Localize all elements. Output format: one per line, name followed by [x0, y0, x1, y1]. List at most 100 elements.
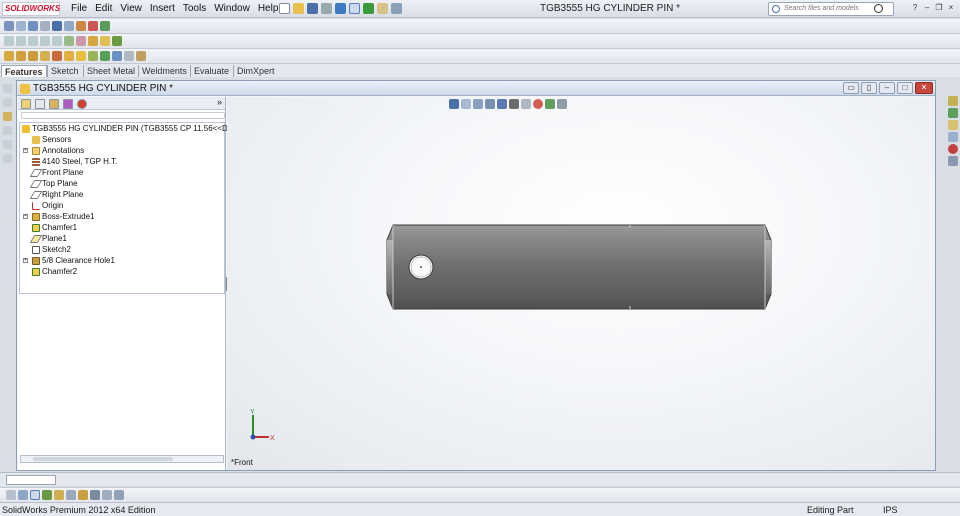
revolve-icon[interactable]: [16, 51, 26, 61]
print-icon[interactable]: [321, 3, 332, 14]
expand-icon[interactable]: +: [23, 214, 28, 219]
pattern-icon[interactable]: [100, 36, 110, 46]
relations-icon[interactable]: [112, 36, 122, 46]
circle-icon[interactable]: [28, 36, 38, 46]
view-palette-icon[interactable]: [948, 132, 958, 142]
scrollbar-thumb[interactable]: [33, 457, 173, 461]
tile-icon[interactable]: ▭: [843, 82, 859, 94]
options-icon[interactable]: [391, 3, 402, 14]
appearance-icon[interactable]: [88, 21, 98, 31]
filter-notes-icon[interactable]: [78, 490, 88, 500]
filter-annotations-icon[interactable]: [66, 490, 76, 500]
tab-dimxpert[interactable]: DimXpert: [233, 65, 278, 77]
filter-sketch-icon[interactable]: [42, 490, 52, 500]
maximize-document-icon[interactable]: □: [897, 82, 913, 94]
mirror-icon[interactable]: [88, 36, 98, 46]
restore-icon[interactable]: ❐: [934, 3, 944, 12]
custom-properties-icon[interactable]: [948, 156, 958, 166]
sweep-icon[interactable]: [28, 51, 38, 61]
open-icon[interactable]: [293, 3, 304, 14]
filter-combo[interactable]: [6, 475, 56, 485]
tree-filter-input[interactable]: [21, 112, 225, 119]
menu-edit[interactable]: Edit: [92, 0, 115, 18]
strip-icon-4[interactable]: [3, 126, 12, 135]
zoom-fit-icon[interactable]: [4, 21, 14, 31]
rebuild-icon[interactable]: [363, 3, 374, 14]
dimxpert-tab-icon[interactable]: [63, 99, 73, 109]
cylinder-pin-body[interactable]: [386, 224, 772, 310]
graphics-area[interactable]: Y X *Front: [227, 97, 935, 470]
search-input[interactable]: Search files and models: [768, 2, 894, 16]
extrude-cut-icon[interactable]: [52, 51, 62, 61]
configuration-tab-icon[interactable]: [49, 99, 59, 109]
filter-edges-icon[interactable]: [18, 490, 28, 500]
strip-icon-5[interactable]: [3, 140, 12, 149]
part-model[interactable]: Y X: [227, 97, 935, 470]
curves-icon[interactable]: [136, 51, 146, 61]
close-icon[interactable]: ×: [946, 3, 956, 12]
resources-icon[interactable]: [948, 96, 958, 106]
line-icon[interactable]: [4, 36, 14, 46]
menu-file[interactable]: File: [68, 0, 90, 18]
strip-icon-3[interactable]: [3, 112, 12, 121]
filter-faces-icon[interactable]: [30, 490, 40, 500]
close-document-icon[interactable]: ✕: [915, 82, 933, 94]
select-icon[interactable]: [349, 3, 360, 14]
pan-icon[interactable]: [40, 21, 50, 31]
menu-help[interactable]: Help: [255, 0, 282, 18]
arc-icon[interactable]: [40, 36, 50, 46]
tab-evaluate[interactable]: Evaluate: [190, 65, 232, 77]
undo-icon[interactable]: [335, 3, 346, 14]
chamfer-tool-icon[interactable]: [76, 51, 86, 61]
shell-icon[interactable]: [100, 51, 110, 61]
save-icon[interactable]: [307, 3, 318, 14]
menu-insert[interactable]: Insert: [147, 0, 178, 18]
file-explorer-icon[interactable]: [948, 120, 958, 130]
dimension-icon[interactable]: [64, 36, 74, 46]
strip-icon-6[interactable]: [3, 154, 12, 163]
filter-dimensions-icon[interactable]: [54, 490, 64, 500]
units-selector[interactable]: IPS: [883, 503, 898, 516]
extrude-boss-icon[interactable]: [4, 51, 14, 61]
section-view-icon[interactable]: [64, 21, 74, 31]
strip-icon-2[interactable]: [3, 98, 12, 107]
view-orientation-icon[interactable]: [76, 21, 86, 31]
filter-axes-icon[interactable]: [114, 490, 124, 500]
menu-view[interactable]: View: [117, 0, 145, 18]
trim-icon[interactable]: [76, 36, 86, 46]
tab-features[interactable]: Features: [1, 65, 47, 77]
minimize-document-icon[interactable]: –: [879, 82, 895, 94]
rectangle-icon[interactable]: [16, 36, 26, 46]
design-library-icon[interactable]: [948, 108, 958, 118]
scene-icon[interactable]: [100, 21, 110, 31]
expand-icon[interactable]: +: [23, 148, 28, 153]
new-document-icon[interactable]: [279, 3, 290, 14]
filter-planes-icon[interactable]: [102, 490, 112, 500]
fillet-icon[interactable]: [64, 51, 74, 61]
tile-vertical-icon[interactable]: ▯: [861, 82, 877, 94]
property-manager-tab-icon[interactable]: [35, 99, 45, 109]
expand-icon[interactable]: +: [23, 258, 28, 263]
filter-vertices-icon[interactable]: [6, 490, 16, 500]
feature-tree-tab-icon[interactable]: [21, 99, 31, 109]
filter-welds-icon[interactable]: [90, 490, 100, 500]
hole-wizard-icon[interactable]: [112, 51, 122, 61]
appearances-icon[interactable]: [948, 144, 958, 154]
more-tabs-icon[interactable]: »: [217, 97, 222, 107]
rib-icon[interactable]: [88, 51, 98, 61]
minimize-icon[interactable]: –: [922, 3, 932, 12]
loft-icon[interactable]: [40, 51, 50, 61]
clearance-hole[interactable]: [408, 254, 434, 280]
tab-sheet-metal[interactable]: Sheet Metal: [83, 65, 138, 77]
search-icon[interactable]: [874, 4, 883, 13]
menu-tools[interactable]: Tools: [180, 0, 209, 18]
display-manager-tab-icon[interactable]: [77, 99, 87, 109]
rotate-icon[interactable]: [28, 21, 38, 31]
menu-window[interactable]: Window: [211, 0, 253, 18]
zoom-area-icon[interactable]: [16, 21, 26, 31]
feature-tree-hscrollbar[interactable]: [20, 455, 224, 463]
tab-weldments[interactable]: Weldments: [138, 65, 190, 77]
reference-geometry-icon[interactable]: [124, 51, 134, 61]
strip-icon-1[interactable]: [3, 84, 12, 93]
display-style-icon[interactable]: [52, 21, 62, 31]
